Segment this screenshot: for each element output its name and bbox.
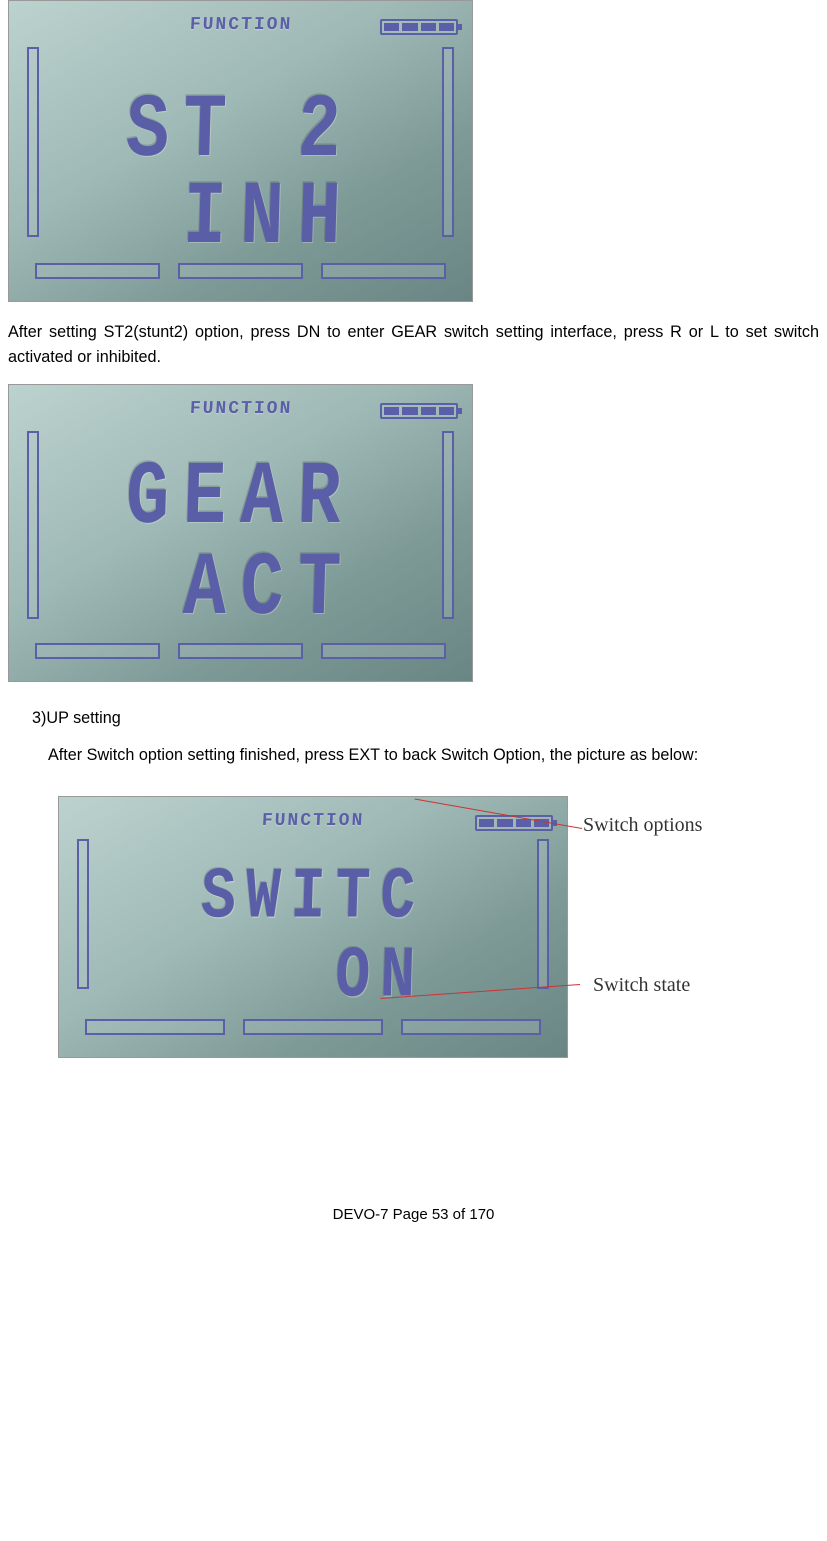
- section-heading-up-setting: 3)UP setting: [32, 706, 819, 731]
- annotated-figure: FUNCTION SWITC ON Switch options Switch …: [58, 796, 778, 1086]
- callout-switch-options: Switch options: [583, 814, 702, 837]
- callout-switch-state: Switch state: [593, 974, 690, 997]
- lcd-screenshot-switch: FUNCTION SWITC ON: [58, 796, 568, 1058]
- page-footer: DEVO-7 Page 53 of 170: [8, 1206, 819, 1235]
- lcd-header: FUNCTION: [189, 399, 292, 419]
- bottom-trim-bars: [35, 263, 446, 279]
- bottom-trim-bars: [85, 1019, 541, 1035]
- battery-icon: [380, 403, 458, 419]
- lcd-header: FUNCTION: [261, 811, 364, 831]
- lcd-screenshot-st2: FUNCTION ST 2 INH: [8, 0, 473, 302]
- lcd-row-1: GEAR: [125, 446, 357, 549]
- paragraph-up-instruction: After Switch option setting finished, pr…: [48, 743, 815, 768]
- paragraph-gear-instruction: After setting ST2(stunt2) option, press …: [8, 320, 819, 370]
- bottom-trim-bars: [35, 643, 446, 659]
- callout-text: Switch state: [593, 974, 690, 996]
- lcd-row-2: ACT: [125, 538, 357, 641]
- battery-icon: [475, 815, 553, 831]
- battery-icon: [380, 19, 458, 35]
- lcd-screenshot-gear: FUNCTION GEAR ACT: [8, 384, 473, 682]
- lcd-row-2: INH: [125, 167, 357, 270]
- callout-text: Switch options: [583, 814, 702, 836]
- lcd-row-2: ON: [200, 937, 426, 1018]
- lcd-row-1: SWITC: [200, 857, 426, 938]
- lcd-header: FUNCTION: [189, 15, 292, 35]
- document-page: FUNCTION ST 2 INH After setting ST2(stun…: [8, 0, 819, 1235]
